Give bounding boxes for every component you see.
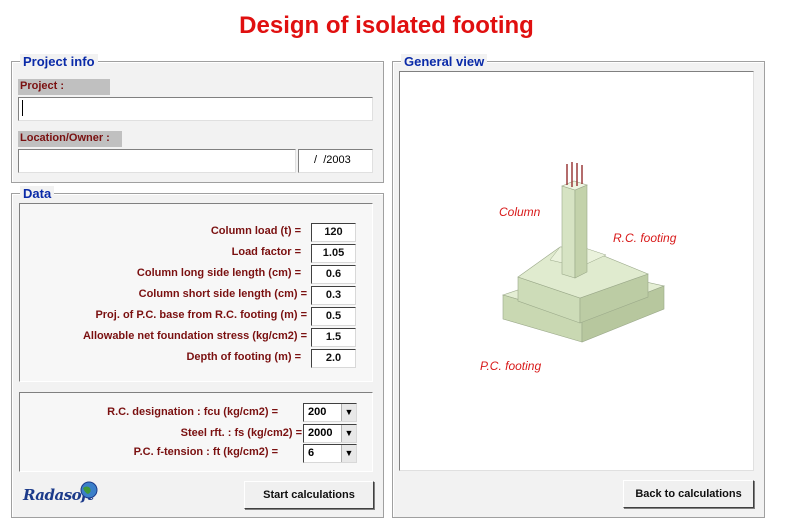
chevron-down-icon[interactable]: ▼: [341, 404, 356, 421]
chevron-down-icon[interactable]: ▼: [341, 425, 356, 442]
data-legend: Data: [20, 186, 55, 201]
project-input[interactable]: [18, 97, 373, 121]
location-input[interactable]: [18, 149, 296, 173]
column-front: [561, 185, 576, 279]
back-to-calculations-button[interactable]: Back to calculations: [623, 480, 754, 508]
row-label: Allowable net foundation stress (kg/cm2)…: [82, 330, 307, 342]
row-label: Depth of footing (m) =: [186, 351, 301, 363]
fcu-select[interactable]: 200 ▼: [303, 403, 357, 422]
row-label: Load factor =: [231, 246, 301, 258]
pc-footing-label: P.C. footing: [480, 359, 542, 373]
pc-projection-input[interactable]: 0.5: [311, 307, 356, 326]
date-value: / /2003: [311, 154, 351, 166]
fs-value: 2000: [308, 427, 333, 439]
allowable-stress-input[interactable]: 1.5: [311, 328, 356, 347]
location-label: Location/Owner :: [18, 131, 122, 147]
start-calculations-button[interactable]: Start calculations: [244, 481, 374, 509]
date-input[interactable]: / /2003: [298, 149, 373, 173]
fcu-value: 200: [308, 406, 327, 418]
row-label: Column load (t) =: [210, 225, 301, 237]
fs-label: Steel rft. : fs (kg/cm2) =: [180, 427, 302, 439]
column-label: Column: [499, 205, 541, 219]
general-view-legend: General view: [401, 54, 488, 69]
ft-select[interactable]: 6 ▼: [303, 444, 357, 463]
depth-of-footing-input[interactable]: 2.0: [311, 349, 356, 368]
project-info-legend: Project info: [20, 54, 98, 69]
footing-drawing: [501, 162, 666, 343]
data-rows: Column load (t) = 120 Load factor = 1.05…: [19, 203, 373, 382]
fcu-label: R.C. designation : fcu (kg/cm2) =: [107, 406, 278, 418]
row-label: Proj. of P.C. base from R.C. footing (m)…: [95, 309, 307, 321]
ft-value: 6: [308, 447, 315, 459]
fs-select[interactable]: 2000 ▼: [303, 424, 357, 443]
column-long-side-input[interactable]: 0.6: [311, 265, 356, 284]
page-title: Design of isolated footing: [239, 12, 534, 39]
column-side: [574, 184, 588, 279]
column-load-input[interactable]: 120: [311, 223, 356, 242]
text-cursor: [22, 100, 23, 116]
load-factor-input[interactable]: 1.05: [311, 244, 356, 263]
project-label: Project :: [18, 79, 110, 95]
general-view-canvas: Column R.C. footing P.C. footing: [399, 71, 754, 471]
radasoft-logo: Radasoft: [21, 480, 101, 508]
row-label: Column long side length (cm) =: [136, 267, 301, 279]
globe-icon: [80, 481, 98, 499]
materials-rows: R.C. designation : fcu (kg/cm2) = 200 ▼ …: [19, 392, 373, 472]
column-short-side-input[interactable]: 0.3: [311, 286, 356, 305]
row-label: Column short side length (cm) =: [138, 288, 307, 300]
ft-label: P.C. f-tension : ft (kg/cm2) =: [133, 446, 278, 458]
chevron-down-icon[interactable]: ▼: [341, 445, 356, 462]
rc-footing-label: R.C. footing: [613, 231, 677, 245]
